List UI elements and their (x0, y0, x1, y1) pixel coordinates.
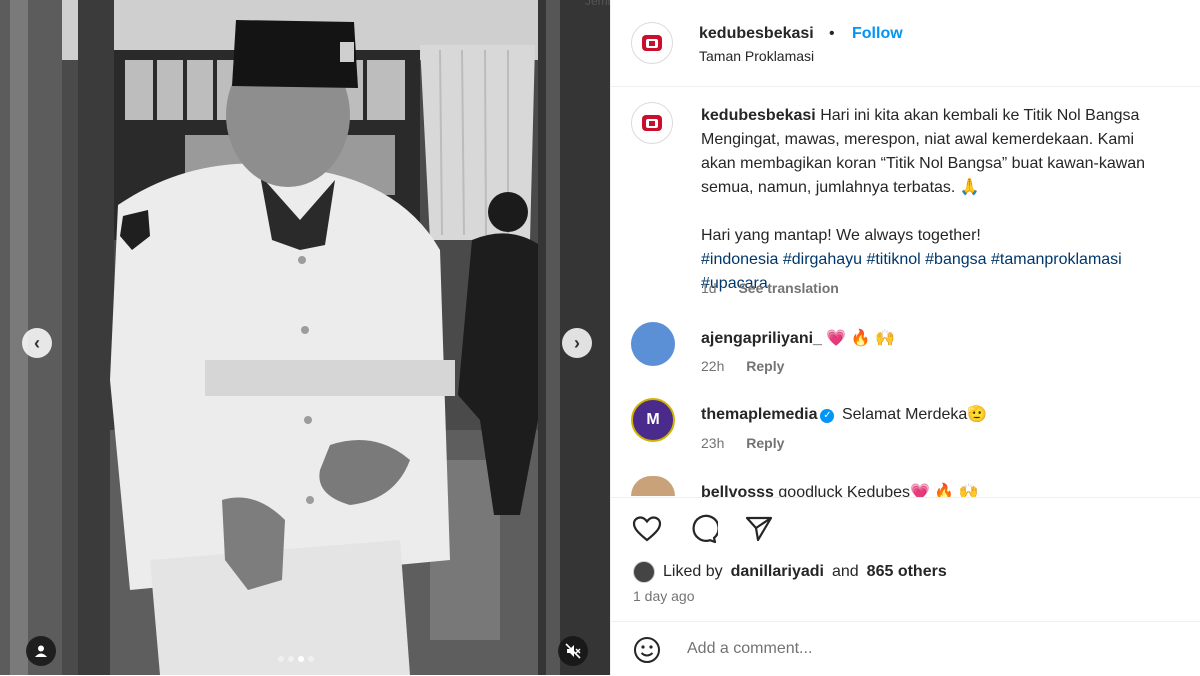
caption-age: 1d (701, 280, 717, 296)
brand-m-icon: M (646, 411, 660, 428)
avatar[interactable] (631, 22, 673, 64)
caption-text-line: semua, namun, jumlahnya terbatas. 🙏 (701, 179, 980, 196)
smiley-icon (634, 637, 660, 663)
post-actions (611, 497, 1200, 558)
carousel-dot (308, 656, 314, 662)
post-caption: kedubesbekasi Hari ini kita akan kembali… (701, 104, 1200, 296)
caption-text-line: Hari yang mantap! We always together! (701, 227, 981, 244)
carousel-dot-active (298, 656, 304, 662)
post-timestamp: 1 day ago (633, 588, 695, 604)
follow-button[interactable]: Follow (852, 25, 903, 43)
media-top-text: Jemit 17.00 tu 24 WIB (585, 0, 610, 8)
likes-joiner: and (831, 563, 859, 580)
comment-button[interactable] (687, 513, 719, 545)
carousel-dot (288, 656, 294, 662)
comment-username[interactable]: themaplemedia (701, 406, 817, 423)
comment-text: themaplemedia ✓ Selamat Merdeka🫡 (701, 404, 987, 424)
avatar[interactable] (631, 322, 675, 366)
comment-meta: 22h Reply (701, 358, 784, 374)
comment-bubble-icon (692, 514, 718, 544)
caption-avatar[interactable] (631, 102, 673, 144)
likes-others[interactable]: 865 others (867, 563, 947, 581)
avatar[interactable] (633, 561, 655, 583)
verified-badge-icon: ✓ (820, 408, 835, 423)
likes-prefix: Liked by (663, 563, 723, 580)
comment-age: 23h (701, 435, 725, 451)
likes-summary: Liked by danillariyadi and 865 others (633, 561, 947, 583)
carousel-indicator (278, 656, 314, 662)
paper-plane-icon (745, 516, 773, 542)
reply-button[interactable]: Reply (746, 358, 784, 374)
caption-username[interactable]: kedubesbekasi (701, 107, 816, 124)
chevron-left-icon: ‹ (34, 332, 40, 353)
post-photo (0, 0, 610, 675)
comment-body: 💗 🔥 🙌 (826, 330, 896, 347)
comment-text: bellvosss goodluck Kedubes💗 🔥 🙌 (701, 482, 979, 498)
avatar[interactable] (631, 476, 675, 496)
reply-button[interactable]: Reply (746, 435, 784, 451)
carousel-dot (278, 656, 284, 662)
separator-dot: • (829, 25, 835, 42)
comment-body: goodluck Kedubes💗 🔥 🙌 (778, 484, 979, 498)
comment-input[interactable]: Add a comment... (687, 640, 812, 658)
carousel-prev-button[interactable]: ‹ (22, 328, 52, 358)
comment-text: ajengapriliyani_ 💗 🔥 🙌 (701, 328, 895, 348)
post-media[interactable]: Jemit 17.00 tu 24 WIB ‹ › (0, 0, 610, 675)
liker-username[interactable]: danillariyadi (731, 563, 824, 581)
carousel-next-button[interactable]: › (562, 328, 592, 358)
comment-meta: 23h Reply (701, 435, 784, 451)
user-tag-button[interactable] (26, 636, 56, 666)
post-details-panel: kedubesbekasi • Follow Taman Proklamasi … (610, 0, 1200, 675)
emoji-button[interactable] (633, 636, 661, 669)
comment-age: 22h (701, 358, 725, 374)
post-header: kedubesbekasi • Follow Taman Proklamasi (611, 0, 1200, 87)
caption-text-line: Mengingat, mawas, merespon, niat awal ke… (701, 131, 1135, 148)
comment-body: Selamat Merdeka🫡 (841, 406, 988, 423)
comment-username[interactable]: ajengapriliyani_ (701, 330, 822, 347)
comment-bar: Add a comment... (611, 621, 1200, 676)
like-button[interactable] (631, 513, 663, 545)
hashtag-line[interactable]: #indonesia #dirgahayu #titiknol #bangsa … (701, 248, 1200, 272)
post-location[interactable]: Taman Proklamasi (699, 48, 814, 64)
caption-meta: 1d See translation (701, 280, 839, 296)
post-author-username[interactable]: kedubesbekasi (699, 25, 814, 43)
user-tag-icon (35, 645, 47, 657)
share-button[interactable] (743, 513, 775, 545)
mute-button[interactable] (558, 636, 588, 666)
avatar[interactable]: M (631, 398, 675, 442)
see-translation-link[interactable]: See translation (738, 280, 838, 296)
speaker-muted-icon (565, 643, 581, 659)
comment-username[interactable]: bellvosss (701, 484, 774, 498)
brand-logo-icon (642, 35, 662, 51)
chevron-right-icon: › (574, 332, 580, 353)
caption-text-line: Hari ini kita akan kembali ke Titik Nol … (820, 107, 1140, 124)
brand-logo-icon (642, 115, 662, 131)
caption-text-line: akan membagikan koran “Titik Nol Bangsa”… (701, 155, 1146, 172)
heart-icon (632, 516, 662, 542)
